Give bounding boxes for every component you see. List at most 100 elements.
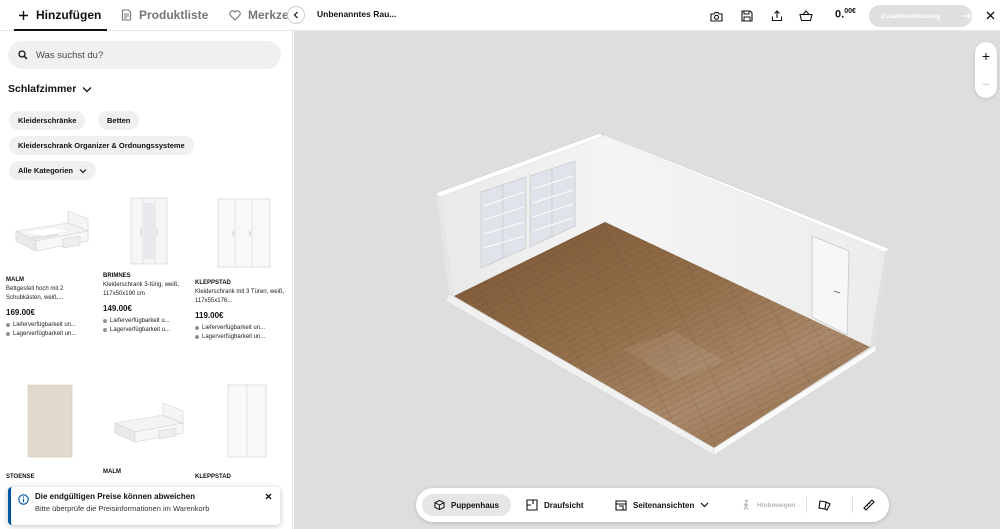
heart-icon [229, 9, 241, 21]
category-dropdown[interactable]: Schlafzimmer [8, 83, 92, 95]
tab-product-list[interactable]: Produktliste [121, 0, 208, 31]
measure-button[interactable] [863, 494, 875, 516]
chevron-down-icon [79, 168, 87, 173]
save-button[interactable] [738, 7, 756, 25]
product-image [195, 191, 285, 271]
product-description: Bettgestell hoch mit 2 Schubkästen, weiß… [6, 286, 64, 301]
chip-label: Kleiderschränke [18, 116, 77, 125]
side-view-icon [615, 499, 627, 511]
product-image [6, 191, 96, 271]
room-dollhouse-view[interactable] [294, 31, 1000, 529]
paint-swatch-icon [818, 500, 831, 511]
zoom-out-button[interactable]: − [982, 77, 990, 91]
top-bar: Hinzufügen Produktliste Merkzett Unbenan… [0, 0, 1000, 31]
floorplan-view-button[interactable]: Draufsicht [526, 494, 584, 516]
product-name: STOENSE [6, 474, 35, 480]
share-icon [771, 10, 783, 22]
stock-availability-label: Lagerverfügbarkeit un... [202, 334, 266, 340]
product-card[interactable]: KLEPPSTAD Kleiderschrank mit 3 Türen, we… [195, 191, 285, 340]
floorplan-view-label: Draufsicht [544, 500, 584, 510]
product-name: BRIMNES [103, 273, 131, 279]
stock-availability: Lagerverfügbarkeit un... [6, 331, 96, 337]
screenshot-button[interactable] [707, 7, 725, 25]
product-price: 149.00€ [103, 304, 132, 313]
close-icon [986, 11, 994, 19]
product-name: MALM [103, 469, 121, 475]
category-label: Schlafzimmer [8, 83, 77, 95]
toast-close-button[interactable] [265, 492, 272, 502]
product-price: 169.00€ [6, 308, 35, 317]
dollhouse-view-label: Puppenhaus [450, 500, 499, 510]
product-info: BRIMNES Kleiderschrank 3-türig, weiß, 11… [103, 273, 193, 333]
stock-availability: Lagerverfügbarkeit u... [103, 327, 193, 333]
product-price: 119.00€ [195, 311, 224, 320]
chip-label: Alle Kategorien [18, 166, 74, 175]
product-card[interactable]: MALM Bettgestell hoch mit 2 Schubkästen,… [6, 191, 96, 337]
product-name: KLEPPSTAD [195, 280, 231, 286]
delivery-availability-label: Lieferverfügbarkeit un... [202, 325, 266, 331]
product-card[interactable]: STOENSE [6, 381, 96, 480]
room-3d-canvas[interactable] [294, 31, 1000, 529]
product-image [195, 381, 285, 461]
search-bar[interactable] [8, 41, 281, 69]
save-icon [741, 10, 753, 22]
floorplan-icon [526, 499, 538, 511]
delivery-availability-label: Lieferverfügbarkeit un... [13, 322, 77, 328]
summary-button[interactable]: Zusammenfassung [869, 5, 972, 27]
search-input[interactable] [36, 49, 256, 61]
product-name: KLEPPSTAD [195, 474, 231, 480]
chip-label: Kleiderschrank Organizer & Ordnungssyste… [18, 141, 185, 150]
walk-button[interactable]: Hinbewegen [741, 494, 795, 516]
toast-text: Bitte überprüfe die Preisinformationen i… [35, 504, 210, 513]
status-dot [103, 328, 107, 332]
document-list-icon [121, 9, 132, 21]
product-info: MALM [103, 469, 193, 475]
product-info: KLEPPSTAD Kleiderschrank mit 3 Türen, we… [195, 280, 285, 340]
chip-wardrobes[interactable]: Kleiderschränke [9, 111, 86, 130]
chevron-left-icon [293, 11, 298, 19]
chip-wardrobe-organizers[interactable]: Kleiderschrank Organizer & Ordnungssyste… [9, 136, 194, 155]
summary-button-label: Zusammenfassung [881, 12, 941, 20]
delivery-availability-label: Lieferverfügbarkeit u... [110, 318, 170, 324]
product-info: MALM Bettgestell hoch mit 2 Schubkästen,… [6, 277, 96, 337]
status-dot [6, 332, 10, 336]
tab-product-list-label: Produktliste [139, 8, 209, 22]
collapse-sidebar-button[interactable] [287, 6, 305, 24]
total-price-decimals: 00€ [844, 8, 856, 15]
room-title[interactable]: Unbenanntes Rau... [317, 9, 396, 19]
price-notice-toast: Die endgültigen Preise können abweichen … [8, 487, 280, 525]
close-button[interactable] [983, 8, 997, 22]
side-views-dropdown[interactable]: Seitenansichten [615, 494, 709, 516]
product-name: MALM [6, 277, 24, 283]
product-sidebar: Schlafzimmer Kleiderschränke Betten Klei… [0, 31, 293, 529]
status-dot [195, 335, 199, 339]
dollhouse-view-button[interactable]: Puppenhaus [422, 494, 511, 516]
stock-availability: Lagerverfügbarkeit un... [195, 334, 285, 340]
status-dot [195, 326, 199, 330]
cart-button[interactable] [797, 7, 815, 25]
product-info: KLEPPSTAD [195, 474, 285, 480]
share-button[interactable] [768, 7, 786, 25]
total-price-main: 0. [835, 8, 845, 21]
info-icon [18, 494, 29, 505]
product-card[interactable]: MALM [103, 381, 193, 475]
chip-all-categories[interactable]: Alle Kategorien [9, 161, 97, 180]
zoom-in-button[interactable]: + [982, 49, 990, 63]
search-icon [18, 50, 28, 60]
chevron-down-icon [82, 86, 92, 92]
product-card[interactable]: BRIMNES Kleiderschrank 3-türig, weiß, 11… [103, 191, 193, 333]
total-price: 0.00€ [835, 8, 856, 21]
ruler-icon [863, 499, 875, 511]
interior-door[interactable] [811, 235, 850, 336]
camera-icon [709, 11, 723, 22]
tab-add[interactable]: Hinzufügen [13, 0, 108, 31]
toolbar-divider [852, 497, 853, 513]
design-style-button[interactable] [818, 494, 831, 516]
chip-beds[interactable]: Betten [98, 111, 140, 130]
delivery-availability: Lieferverfügbarkeit u... [103, 318, 193, 324]
tab-add-label: Hinzufügen [36, 8, 102, 22]
product-image [6, 381, 96, 461]
chevron-down-icon [700, 502, 709, 508]
delivery-availability: Lieferverfügbarkeit un... [195, 325, 285, 331]
product-card[interactable]: KLEPPSTAD [195, 381, 285, 480]
